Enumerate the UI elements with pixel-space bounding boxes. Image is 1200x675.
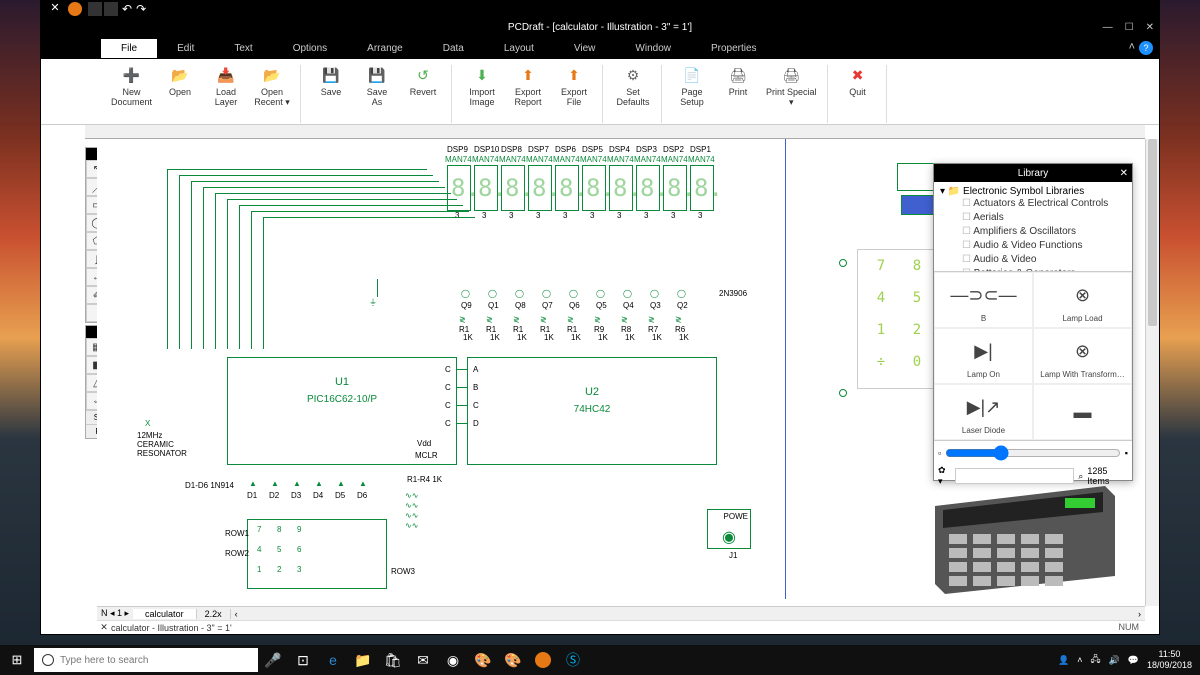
ribbon-quit-button[interactable]: ✖Quit (840, 65, 876, 123)
menu-bar: File Edit Text Options Arrange Data Layo… (41, 37, 1159, 59)
scroll-left-icon[interactable]: ‹ (231, 609, 242, 619)
library-tree[interactable]: ▾ 📁 Electronic Symbol Libraries Actuator… (934, 182, 1132, 272)
doc-close-icon[interactable]: ✕ (97, 622, 111, 633)
collapse-ribbon-icon[interactable]: ˄ (1129, 41, 1135, 55)
horizontal-ruler (85, 125, 1145, 139)
library-symbol[interactable]: ⊗Lamp Load (1033, 272, 1132, 328)
lib-settings-icon[interactable]: ✿ ▾ (938, 465, 951, 487)
library-item[interactable]: Actuators & Electrical Controls (940, 197, 1126, 211)
undo-icon[interactable]: ↶ (122, 2, 132, 16)
edge-icon[interactable]: e (318, 645, 348, 675)
library-symbol[interactable]: ⊗Lamp With Transform… (1033, 328, 1132, 384)
library-symbol[interactable]: —⊃⊂—B (934, 272, 1033, 328)
menu-edit[interactable]: Edit (157, 39, 214, 58)
menu-arrange[interactable]: Arrange (347, 39, 423, 58)
menu-window[interactable]: Window (615, 39, 691, 58)
app1-icon[interactable]: 🎨 (468, 645, 498, 675)
ribbon-open-button[interactable]: 📂Open (162, 65, 198, 123)
menu-text[interactable]: Text (214, 39, 272, 58)
ribbon-new-button[interactable]: ➕NewDocument (111, 65, 152, 123)
ribbon-export-button[interactable]: ⬆ExportReport (510, 65, 546, 123)
zoom-level[interactable]: 2.2x (197, 609, 231, 619)
slider-min-icon: ▫ (938, 448, 941, 458)
redo-icon[interactable]: ↷ (136, 2, 146, 16)
library-count: 1285 Items (1087, 466, 1128, 486)
chrome-icon[interactable]: ◉ (438, 645, 468, 675)
outer-close-icon[interactable]: ✕ (48, 2, 62, 16)
menu-view[interactable]: View (554, 39, 616, 58)
mic-icon[interactable]: 🎤 (258, 645, 288, 675)
scroll-right-icon[interactable]: › (1134, 609, 1145, 619)
tray-up-icon[interactable]: ˄ (1077, 655, 1082, 665)
network-icon[interactable]: 🖧 (1090, 652, 1100, 668)
app-logo-icon (68, 2, 82, 16)
library-item[interactable]: Audio & Video Functions (940, 239, 1126, 253)
ribbon-print-button[interactable]: 🖨Print (720, 65, 756, 123)
minimize-icon[interactable]: — (1103, 22, 1113, 33)
people-icon[interactable]: 👤 (1058, 655, 1069, 666)
menu-file[interactable]: File (101, 39, 157, 58)
skype-icon[interactable]: Ⓢ (558, 645, 588, 675)
library-symbol[interactable]: ▶|Lamp On (934, 328, 1033, 384)
ribbon-print-special-button[interactable]: 🖨Print Special▾ (766, 65, 817, 123)
ribbon-export-button[interactable]: ⬆ExportFile (556, 65, 592, 123)
ribbon: ➕NewDocument 📂Open 📥LoadLayer 📂OpenRecent ▾… (41, 59, 1159, 125)
store-icon[interactable]: 🛍 (378, 645, 408, 675)
library-search-input[interactable] (955, 468, 1074, 484)
ribbon-import-button[interactable]: ⬇ImportImage (464, 65, 500, 123)
thumb-size-slider[interactable] (945, 445, 1121, 461)
library-title: Library (1018, 168, 1049, 179)
ribbon-page-button[interactable]: 📄PageSetup (674, 65, 710, 123)
taskbar-search[interactable]: Type here to search (34, 648, 258, 672)
library-root-label: Electronic Symbol Libraries (963, 186, 1084, 197)
search-placeholder: Type here to search (60, 655, 148, 666)
sheet-tab[interactable]: calculator (133, 609, 197, 619)
menu-layout[interactable]: Layout (484, 39, 554, 58)
library-item[interactable]: Audio & Video (940, 253, 1126, 267)
close-icon[interactable]: ✕ (1146, 22, 1154, 33)
ribbon-save-button[interactable]: 💾Save (313, 65, 349, 123)
ribbon-load-button[interactable]: 📥LoadLayer (208, 65, 244, 123)
ribbon-save-button[interactable]: 💾SaveAs (359, 65, 395, 123)
library-item[interactable]: Amplifiers & Oscillators (940, 225, 1126, 239)
layer-nav-icon[interactable]: N ◂ 1 ▸ (97, 608, 133, 619)
library-grid[interactable]: —⊃⊂—B⊗Lamp Load▶|Lamp On⊗Lamp With Trans… (934, 272, 1132, 440)
ribbon-revert-button[interactable]: ↺Revert (405, 65, 441, 123)
pcdraft-task-icon[interactable] (528, 645, 558, 675)
vertical-scrollbar[interactable] (1145, 139, 1159, 606)
taskview-icon[interactable]: ⊡ (288, 645, 318, 675)
slider-max-icon: ▪ (1125, 448, 1128, 458)
ribbon-open-button[interactable]: 📂OpenRecent ▾ (254, 65, 290, 123)
menu-options[interactable]: Options (273, 39, 347, 58)
mail-icon[interactable]: ✉ (408, 645, 438, 675)
help-icon[interactable]: ? (1139, 41, 1153, 55)
taskbar-clock[interactable]: 11:5018/09/2018 (1147, 649, 1192, 671)
volume-icon[interactable]: 🔊 (1109, 655, 1120, 666)
maximize-icon[interactable]: ☐ (1125, 22, 1134, 33)
numlock-indicator: NUM (1119, 622, 1140, 632)
action-center-icon[interactable]: 💬 (1128, 655, 1139, 666)
library-close-icon[interactable]: ✕ (1120, 168, 1128, 179)
history-back-icon[interactable] (88, 2, 102, 16)
app2-icon[interactable]: 🎨 (498, 645, 528, 675)
search-icon[interactable]: ⌕ (1078, 471, 1083, 482)
ribbon-set-button[interactable]: ⚙SetDefaults (615, 65, 651, 123)
explorer-icon[interactable]: 📁 (348, 645, 378, 675)
library-panel: Library ✕ ▾ 📁 Electronic Symbol Libraries… (933, 163, 1133, 481)
cortana-icon (42, 654, 54, 666)
library-item[interactable]: Aerials (940, 211, 1126, 225)
history-fwd-icon[interactable] (104, 2, 118, 16)
library-symbol[interactable]: ▬ (1033, 384, 1132, 440)
menu-data[interactable]: Data (423, 39, 484, 58)
window-title: PCDraft - [calculator - Illustration - 3… (508, 22, 692, 33)
windows-taskbar: ⊞ Type here to search 🎤 ⊡ e 📁 🛍 ✉ ◉ 🎨 🎨 … (0, 645, 1200, 675)
drawing-canvas[interactable]: DSP9MAN743DSP10MAN743DSP8MAN743DSP7MAN74… (97, 139, 1145, 606)
library-symbol[interactable]: ▶|↗Laser Diode (934, 384, 1033, 440)
menu-properties[interactable]: Properties (691, 39, 777, 58)
start-button[interactable]: ⊞ (0, 645, 34, 675)
status-doc-name: calculator - Illustration - 3" = 1' (111, 623, 232, 633)
